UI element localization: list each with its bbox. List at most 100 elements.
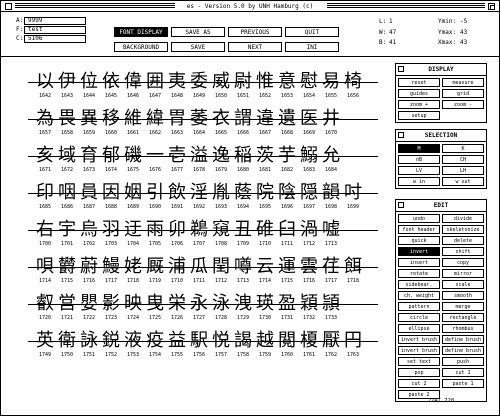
edit-button-divide[interactable]: divide	[442, 214, 484, 223]
glyph-cell[interactable]: 姥	[122, 256, 144, 277]
glyph-cell[interactable]: 磯	[122, 145, 144, 166]
glyph-cell[interactable]: 一	[144, 145, 166, 166]
glyph-cell[interactable]: 栄	[166, 293, 188, 314]
glyph-cell[interactable]: 悦	[210, 330, 232, 351]
glyph-cell[interactable]: 逸	[210, 145, 232, 166]
glyph-cell[interactable]: 雨	[144, 219, 166, 240]
glyph-cell[interactable]: 云	[254, 256, 276, 277]
glyph-cell[interactable]: 淫	[188, 182, 210, 203]
previous-button[interactable]: PREVIOUS	[228, 27, 282, 37]
edit-button-ellipse[interactable]: ellipse	[398, 324, 440, 333]
glyph-cell[interactable]: 謁	[232, 330, 254, 351]
glyph-cell[interactable]: 蔚	[78, 256, 100, 277]
close-box-icon[interactable]	[5, 3, 12, 10]
glyph-cell[interactable]: 榎	[298, 330, 320, 351]
background-button[interactable]: BACKGROUND	[114, 42, 168, 52]
glyph-cell[interactable]: 頴	[320, 293, 342, 314]
display-button-reset[interactable]: reset	[398, 78, 440, 87]
glyph-cell[interactable]: 医	[298, 108, 320, 129]
glyph-cell[interactable]: 曳	[144, 293, 166, 314]
edit-button-copy[interactable]: copy	[442, 258, 484, 267]
glyph-cell[interactable]: 韻	[320, 182, 342, 203]
edit-button-rotate[interactable]: rotate	[398, 269, 440, 278]
glyph-cell[interactable]: 遺	[276, 108, 298, 129]
glyph-cell[interactable]: 萎	[188, 108, 210, 129]
glyph-cell[interactable]: 泳	[210, 293, 232, 314]
glyph-cell[interactable]: 宇	[56, 219, 78, 240]
glyph-cell[interactable]: 益	[166, 330, 188, 351]
selection-button-m[interactable]: M	[398, 144, 440, 153]
glyph-cell[interactable]: 映	[122, 293, 144, 314]
edit-button-rhombus[interactable]: rhombus	[442, 324, 484, 333]
glyph-cell[interactable]: 浦	[166, 256, 188, 277]
glyph-cell[interactable]: 姻	[122, 182, 144, 203]
glyph-cell[interactable]: 雲	[298, 256, 320, 277]
glyph-cell[interactable]: 伊	[56, 71, 78, 92]
glyph-cell[interactable]: 尉	[232, 71, 254, 92]
glyph-cell[interactable]: 吋	[342, 182, 364, 203]
quit-button[interactable]: QUIT	[285, 27, 339, 37]
code-field[interactable]: 5106	[24, 35, 86, 43]
display-button-measure[interactable]: measure	[442, 78, 484, 87]
save-button[interactable]: SAVE	[171, 42, 225, 52]
glyph-cell[interactable]: 駅	[188, 330, 210, 351]
glyph-cell[interactable]: 厭	[320, 330, 342, 351]
glyph-cell[interactable]: 卯	[166, 219, 188, 240]
glyph-cell[interactable]: 渦	[298, 219, 320, 240]
save-as-button[interactable]: SAVE AS	[171, 27, 225, 37]
glyph-cell[interactable]: 陰	[276, 182, 298, 203]
edit-button-cut-2[interactable]: cut 2	[398, 379, 440, 388]
glyph-cell[interactable]: 育	[78, 145, 100, 166]
glyph-cell[interactable]: 丑	[232, 219, 254, 240]
glyph-cell[interactable]: 壱	[166, 145, 188, 166]
selection-button-nb[interactable]: nB	[398, 155, 440, 164]
glyph-cell[interactable]: 郁	[100, 145, 122, 166]
glyph-cell[interactable]: 欝	[56, 256, 78, 277]
edit-button-pop[interactable]: pop	[398, 368, 440, 377]
display-button-zoom[interactable]: zoom +	[398, 100, 440, 109]
panel-close-icon[interactable]	[398, 132, 404, 138]
glyph-cell[interactable]: 飲	[166, 182, 188, 203]
glyph-cell[interactable]: 閲	[276, 330, 298, 351]
glyph-cell[interactable]: 偉	[122, 71, 144, 92]
glyph-cell[interactable]: 異	[78, 108, 100, 129]
glyph-cell[interactable]: 運	[276, 256, 298, 277]
glyph-cell[interactable]: 閏	[210, 256, 232, 277]
glyph-cell[interactable]: 允	[320, 145, 342, 166]
glyph-cell[interactable]: 蔭	[232, 182, 254, 203]
edit-button-undo[interactable]: undo	[398, 214, 440, 223]
glyph-cell[interactable]: 依	[100, 71, 122, 92]
glyph-cell[interactable]: 芋	[276, 145, 298, 166]
glyph-cell[interactable]: 円	[342, 330, 364, 351]
panel-close-icon[interactable]	[398, 66, 404, 72]
glyph-cell[interactable]: 溢	[188, 145, 210, 166]
glyph-cell[interactable]: 影	[100, 293, 122, 314]
glyph-cell[interactable]: 厩	[144, 256, 166, 277]
selection-button-lv[interactable]: LV	[398, 166, 440, 175]
glyph-cell[interactable]: 瑛	[254, 293, 276, 314]
glyph-cell[interactable]: 噂	[232, 256, 254, 277]
glyph-cell[interactable]: 員	[78, 182, 100, 203]
edit-button-circle[interactable]: circle	[398, 313, 440, 322]
edit-button-ch-weight[interactable]: ch. weight	[398, 291, 440, 300]
glyph-cell[interactable]: 永	[188, 293, 210, 314]
glyph-cell[interactable]: 疫	[144, 330, 166, 351]
glyph-cell[interactable]: 慰	[298, 71, 320, 92]
edit-button-cut-1[interactable]: cut 1	[442, 368, 484, 377]
glyph-cell[interactable]: 穎	[298, 293, 320, 314]
edit-button-paste-1[interactable]: paste 1	[442, 379, 484, 388]
glyph-cell[interactable]: 畏	[56, 108, 78, 129]
glyph-cell[interactable]: 瓜	[188, 256, 210, 277]
edit-button-sidebear[interactable]: sidebear.	[398, 280, 440, 289]
glyph-cell[interactable]: 鰯	[298, 145, 320, 166]
glyph-cell[interactable]: 移	[100, 108, 122, 129]
edit-button-invert-brush[interactable]: invert brush	[398, 346, 440, 355]
glyph-cell[interactable]: 荏	[320, 256, 342, 277]
panel-close-icon[interactable]	[398, 202, 404, 208]
glyph-cell[interactable]: 衣	[210, 108, 232, 129]
selection-button-lh[interactable]: LH	[442, 166, 484, 175]
glyph-cell[interactable]: 隠	[298, 182, 320, 203]
glyph-cell[interactable]: 椅	[342, 71, 364, 92]
glyph-cell[interactable]: 引	[144, 182, 166, 203]
glyph-cell[interactable]: 烏	[78, 219, 100, 240]
